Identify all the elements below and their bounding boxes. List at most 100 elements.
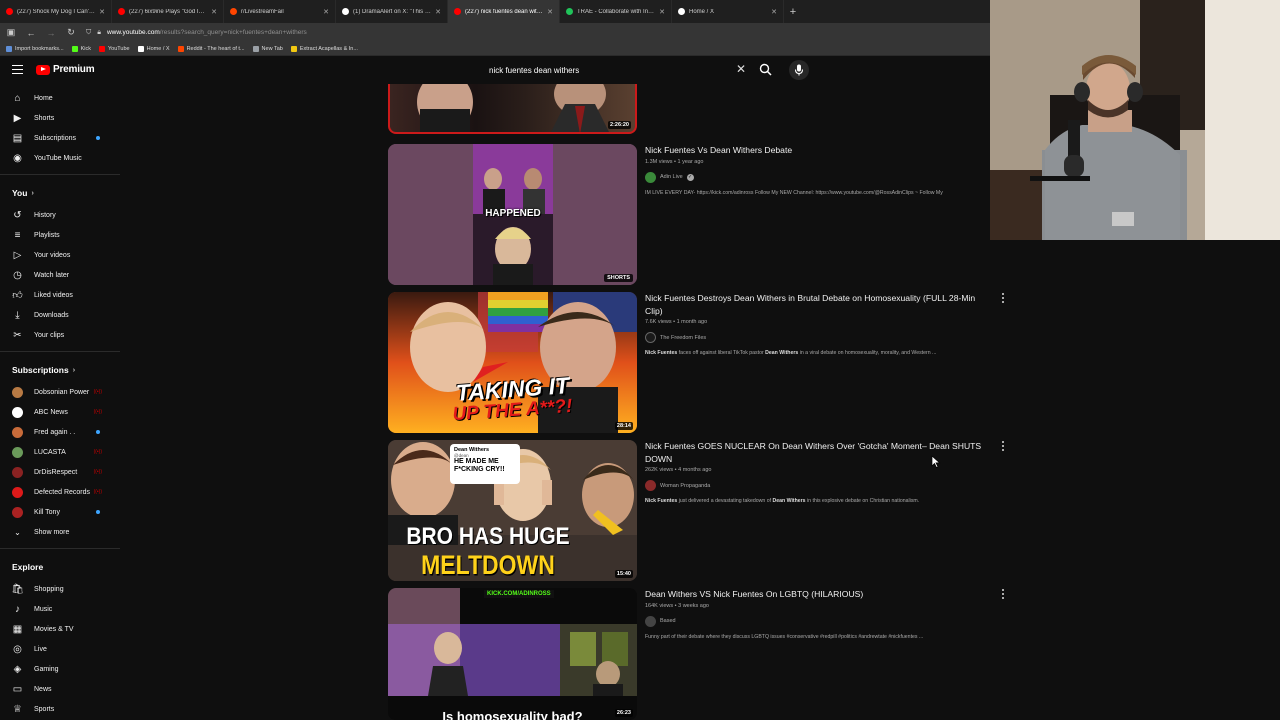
sidebar-subscription-item[interactable]: ABC News ((•)): [0, 402, 120, 422]
sidebar-item-shorts[interactable]: ▶ Shorts: [0, 108, 120, 128]
browser-tab[interactable]: (227) nick fuentes dean withers ✕: [448, 0, 560, 23]
sidebar-item-label: Shopping: [34, 585, 64, 593]
sidebar-item-liked-videos[interactable]: 👍︎ Liked videos: [0, 285, 120, 305]
sidebar-item-subscriptions[interactable]: ▤ Subscriptions: [0, 128, 120, 148]
browser-tab[interactable]: Home / X ✕: [672, 0, 784, 23]
video-thumbnail[interactable]: Dean Withers @dean HE MADE ME F*CKING CR…: [388, 440, 637, 581]
close-tab-icon[interactable]: ✕: [547, 8, 553, 16]
channel-link[interactable]: The Freedom Files: [645, 332, 990, 343]
history-icon: ↺: [13, 209, 22, 221]
description-highlight: Dean Withers: [772, 498, 806, 504]
browser-tab[interactable]: r/LivestreamFail ✕: [224, 0, 336, 23]
sidebar-item-movies-tv[interactable]: ▦ Movies & TV: [0, 619, 120, 639]
bookmark-item[interactable]: YouTube: [99, 45, 130, 52]
more-actions-icon[interactable]: [1000, 589, 1006, 599]
video-title[interactable]: Dean Withers VS Nick Fuentes On LGBTQ (H…: [645, 588, 990, 601]
sidebar-item-sports[interactable]: ♕ Sports: [0, 699, 120, 719]
thumbnail-text: HAPPENED: [485, 208, 541, 219]
duration-badge: 26:23: [614, 709, 633, 717]
channel-link[interactable]: Adin Live ✓: [645, 171, 990, 183]
video-thumbnail[interactable]: HAPPENED SHORTS: [388, 144, 637, 285]
thumbnail-caption: Is homosexuality bad?: [442, 709, 583, 720]
sidebar-item-your-clips[interactable]: ✂ Your clips: [0, 325, 120, 345]
reload-icon[interactable]: ↻: [66, 27, 76, 38]
sidebar-subscription-item[interactable]: Dobsonian Power ((•)): [0, 382, 120, 402]
sidebar-item-youtube-music[interactable]: ◉ YouTube Music: [0, 148, 120, 168]
sidebar-item-label: Kill Tony: [34, 508, 60, 516]
sidebar-item-music[interactable]: ♪ Music: [0, 599, 120, 619]
browser-tab[interactable]: TRAE - Collaborate with Intellig ✕: [560, 0, 672, 23]
video-thumbnail[interactable]: 2:26:20: [388, 84, 637, 134]
show-more-button[interactable]: ⌄ Show more: [0, 522, 120, 542]
sidebar-item-history[interactable]: ↺ History: [0, 205, 120, 225]
sidebar-item-your-videos[interactable]: ▷ Your videos: [0, 245, 120, 265]
sidebar-divider: [0, 351, 120, 352]
bookmark-label: New Tab: [261, 45, 283, 52]
lock-icon[interactable]: 🔒︎: [97, 29, 101, 37]
bookmark-item[interactable]: Home / X: [137, 45, 170, 52]
sidebar-item-home[interactable]: ⌂ Home: [0, 88, 120, 108]
sidebar-toggle-icon[interactable]: ▣: [6, 27, 16, 38]
close-tab-icon[interactable]: ✕: [99, 8, 105, 16]
video-description: Nick Fuentes faces off against liberal T…: [645, 350, 990, 356]
sidebar-item-playlists[interactable]: ≡ Playlists: [0, 225, 120, 245]
search-button[interactable]: [756, 60, 776, 80]
sidebar-item-label: Playlists: [34, 231, 60, 239]
browser-tab[interactable]: (1) DramaAlert on X: "This IDIO ✕: [336, 0, 448, 23]
new-tab-button[interactable]: +: [784, 6, 802, 18]
sidebar-subscription-item[interactable]: Kill Tony: [0, 502, 120, 522]
youtube-logo-icon: [36, 64, 50, 75]
search-input[interactable]: nick fuentes dean withers: [484, 60, 752, 81]
clear-search-icon[interactable]: ✕: [734, 62, 748, 76]
bookmark-favicon-icon: [290, 45, 297, 52]
sidebar-item-news[interactable]: ▭ News: [0, 679, 120, 699]
shorts-badge: SHORTS: [604, 274, 633, 282]
back-icon[interactable]: ←: [26, 28, 36, 38]
channel-link[interactable]: Woman Propaganda: [645, 480, 990, 491]
bookmark-item[interactable]: Kick: [71, 45, 91, 52]
video-info: Nick Fuentes GOES NUCLEAR On Dean Wither…: [645, 440, 990, 504]
bookmark-item[interactable]: Extract Acapellas & In...: [290, 45, 358, 52]
video-info: Dean Withers VS Nick Fuentes On LGBTQ (H…: [645, 588, 990, 640]
bookmark-item[interactable]: Reddit - The heart of t...: [177, 45, 245, 52]
video-info: Nick Fuentes Destroys Dean Withers in Br…: [645, 292, 990, 356]
close-tab-icon[interactable]: ✕: [435, 8, 441, 16]
sidebar-subscription-item[interactable]: Fred again . .: [0, 422, 120, 442]
video-title[interactable]: Nick Fuentes Vs Dean Withers Debate: [645, 144, 990, 157]
more-actions-icon[interactable]: [1000, 441, 1006, 451]
sidebar-item-live[interactable]: ◎ Live: [0, 639, 120, 659]
youtube-premium-logo[interactable]: Premium: [36, 64, 95, 75]
browser-address-bar: ▣ ← → ↻ ⛉ 🔒︎ www.youtube.com/results?sea…: [0, 23, 990, 42]
shield-icon[interactable]: ⛉: [86, 29, 91, 37]
bookmark-item[interactable]: New Tab: [252, 45, 283, 52]
sidebar-explore-heading[interactable]: Explore: [0, 555, 120, 579]
voice-search-button[interactable]: [789, 60, 809, 80]
browser-tab[interactable]: (227) Shock My Dog I Can't Stc ✕: [0, 0, 112, 23]
close-tab-icon[interactable]: ✕: [659, 8, 665, 16]
close-tab-icon[interactable]: ✕: [771, 8, 777, 16]
watch-later-icon: ◷: [13, 269, 22, 281]
browser-tab[interactable]: (227) 6ix9ine Plays "God In The ✕: [112, 0, 224, 23]
sidebar-item-shopping[interactable]: 🛍︎ Shopping: [0, 579, 120, 599]
url-field[interactable]: ⛉ 🔒︎ www.youtube.com/results?search_quer…: [86, 25, 984, 40]
bookmark-item[interactable]: Import bookmarks...: [6, 45, 64, 52]
channel-link[interactable]: Based: [645, 615, 990, 627]
sidebar-item-gaming[interactable]: ◈ Gaming: [0, 659, 120, 679]
video-thumbnail[interactable]: KICK.COM/ADINROSS Is homosexuality bad? …: [388, 588, 637, 720]
forward-icon[interactable]: →: [46, 28, 56, 38]
sidebar-subscriptions-heading[interactable]: Subscriptions ›: [0, 358, 120, 382]
close-tab-icon[interactable]: ✕: [211, 8, 217, 16]
video-thumbnail[interactable]: TAKING IT UP THE A**?! 28:14: [388, 292, 637, 433]
sidebar-item-watch-later[interactable]: ◷ Watch later: [0, 265, 120, 285]
sidebar-subscription-item[interactable]: LUCASTA ((•)): [0, 442, 120, 462]
close-tab-icon[interactable]: ✕: [323, 8, 329, 16]
menu-icon[interactable]: [12, 65, 23, 74]
video-title[interactable]: Nick Fuentes Destroys Dean Withers in Br…: [645, 292, 990, 317]
live-icon: ((•)): [93, 409, 102, 415]
sidebar-item-downloads[interactable]: ⤓ Downloads: [0, 305, 120, 325]
sidebar-you-heading[interactable]: You ›: [0, 181, 120, 205]
sidebar-subscription-item[interactable]: Defected Records ((•)): [0, 482, 120, 502]
more-actions-icon[interactable]: [1000, 293, 1006, 303]
bookmark-label: Extract Acapellas & In...: [299, 45, 358, 52]
sidebar-subscription-item[interactable]: DrDisRespect ((•)): [0, 462, 120, 482]
